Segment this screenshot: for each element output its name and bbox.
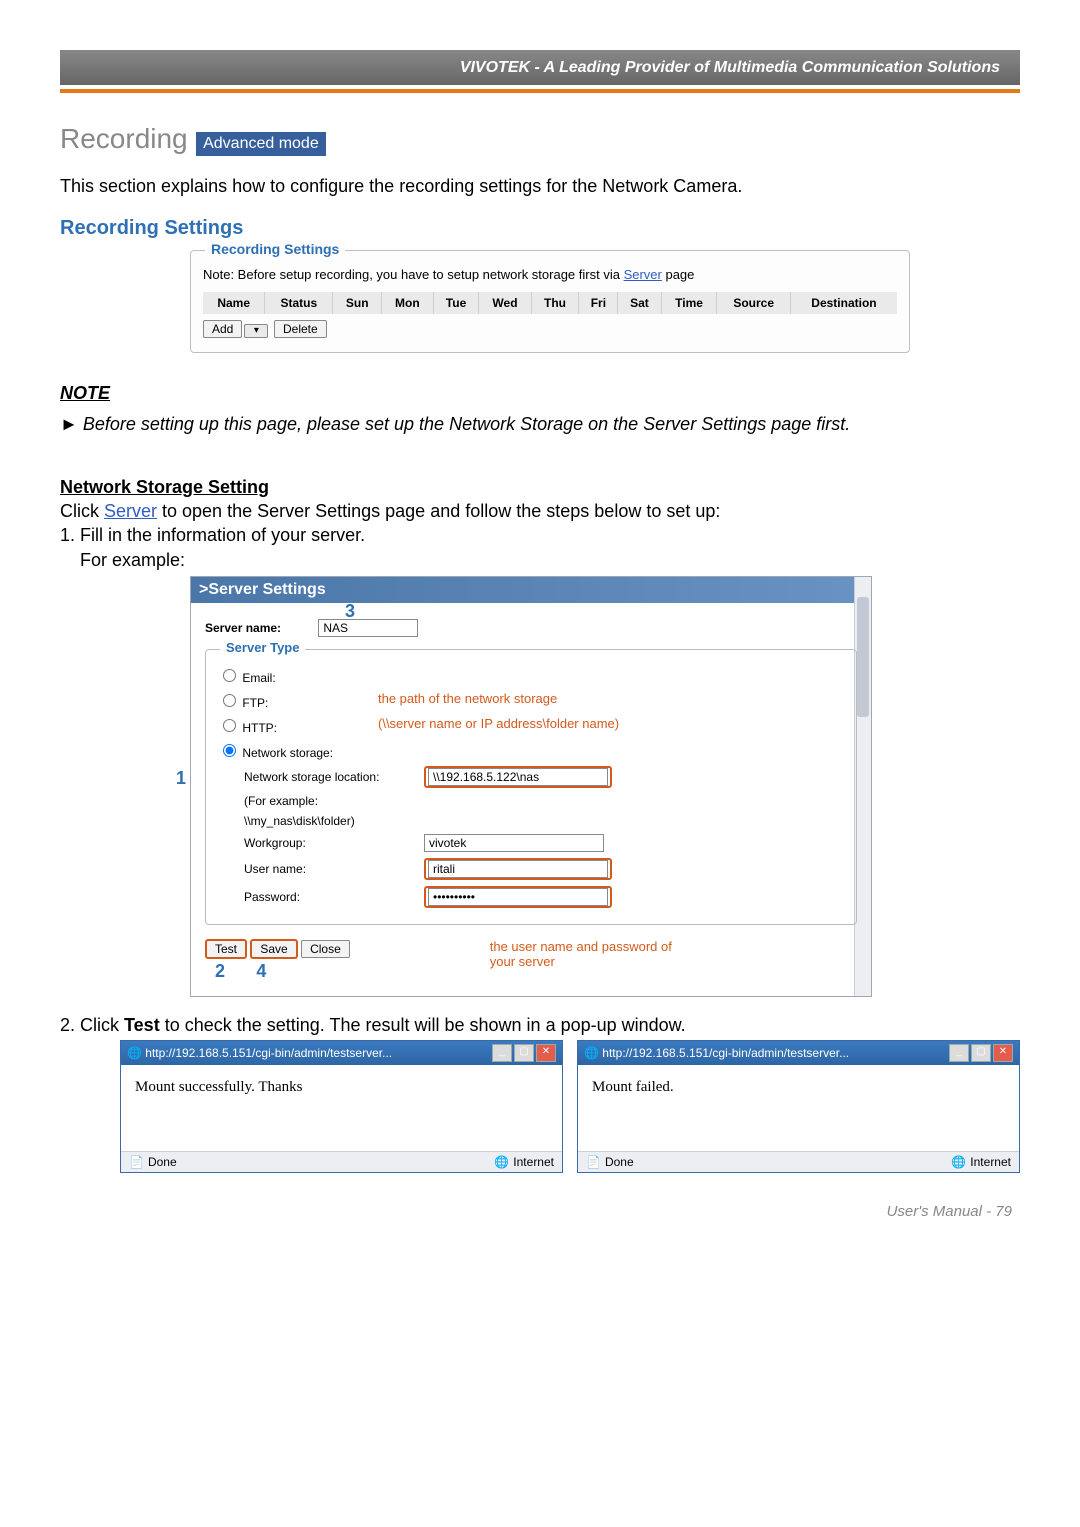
http-radio[interactable] <box>223 719 236 732</box>
divider-orange <box>60 89 1020 93</box>
ns-line2: 1. Fill in the information of your serve… <box>60 523 1020 547</box>
path-annot-2: (\\server name or IP address\folder name… <box>378 716 619 731</box>
ns-line1-post: to open the Server Settings page and fol… <box>157 501 720 521</box>
status-internet: Internet <box>513 1155 554 1169</box>
col-thu: Thu <box>531 292 579 314</box>
popup-success-body: Mount successfully. Thanks <box>121 1065 562 1151</box>
email-label: Email: <box>242 671 275 685</box>
ftp-label: FTP: <box>242 696 268 710</box>
test-button[interactable]: Test <box>205 939 247 959</box>
add-dropdown[interactable]: ▾ <box>244 324 268 338</box>
status-done-2: Done <box>605 1155 634 1169</box>
minimize-button-2[interactable]: _ <box>949 1044 969 1062</box>
username-input[interactable] <box>428 860 608 878</box>
server-settings-header: >Server Settings <box>191 577 871 603</box>
workgroup-label: Workgroup: <box>244 836 424 850</box>
location-label: Network storage location: <box>244 770 424 784</box>
status-internet-2: Internet <box>970 1155 1011 1169</box>
col-tue: Tue <box>433 292 479 314</box>
intro-text: This section explains how to configure t… <box>60 176 1020 197</box>
recording-settings-legend: Recording Settings <box>205 241 345 257</box>
done-icon-2: 📄 <box>586 1155 601 1169</box>
col-destination: Destination <box>790 292 897 314</box>
location-input[interactable] <box>428 768 608 786</box>
server-name-label: Server name: <box>205 621 315 635</box>
popup-title-text: http://192.168.5.151/cgi-bin/admin/tests… <box>145 1046 392 1060</box>
col-status: Status <box>265 292 333 314</box>
server-type-legend: Server Type <box>220 640 305 655</box>
annotation-2: 2 <box>215 961 225 981</box>
example-2: \\my_nas\disk\folder) <box>244 814 424 828</box>
mode-badge: Advanced mode <box>196 132 326 156</box>
server-link[interactable]: Server <box>624 267 662 282</box>
col-name: Name <box>203 292 265 314</box>
ns-line3: For example: <box>60 548 1020 572</box>
step2-pre: 2. Click <box>60 1015 124 1035</box>
username-label: User name: <box>244 862 424 876</box>
note-body: ► Before setting up this page, please se… <box>60 414 1020 435</box>
internet-icon-2: 🌐 <box>951 1155 966 1169</box>
close-button[interactable]: Close <box>301 940 350 958</box>
maximize-button-2[interactable]: ▢ <box>971 1044 991 1062</box>
popup-success: 🌐 http://192.168.5.151/cgi-bin/admin/tes… <box>120 1040 563 1173</box>
col-sun: Sun <box>333 292 382 314</box>
popup-fail-body: Mount failed. <box>578 1065 1019 1151</box>
add-button[interactable]: Add <box>203 320 242 338</box>
step2-bold: Test <box>124 1015 160 1035</box>
close-window-button-2[interactable]: ✕ <box>993 1044 1013 1062</box>
maximize-button[interactable]: ▢ <box>514 1044 534 1062</box>
annotation-1: 1 <box>176 768 186 789</box>
col-fri: Fri <box>579 292 618 314</box>
network-storage-label: Network storage: <box>242 746 333 760</box>
server-settings-panel: >Server Settings 3 Server name: Server T… <box>190 576 872 997</box>
network-storage-heading: Network Storage Setting <box>60 475 1020 499</box>
status-done: Done <box>148 1155 177 1169</box>
ie-icon: 🌐 <box>584 1046 599 1060</box>
col-sat: Sat <box>618 292 661 314</box>
col-wed: Wed <box>479 292 531 314</box>
example-1: (For example: <box>244 794 424 808</box>
path-annot-1: the path of the network storage <box>378 691 557 706</box>
brand-header: VIVOTEK - A Leading Provider of Multimed… <box>60 50 1020 85</box>
step2-post: to check the setting. The result will be… <box>160 1015 686 1035</box>
close-window-button[interactable]: ✕ <box>536 1044 556 1062</box>
userpw-annot-1: the user name and password of <box>490 939 672 954</box>
annotation-4: 4 <box>256 961 266 981</box>
col-time: Time <box>661 292 717 314</box>
ie-icon: 🌐 <box>127 1046 142 1060</box>
scrollbar-thumb[interactable] <box>857 597 869 717</box>
email-radio[interactable] <box>223 669 236 682</box>
recording-settings-fieldset: Recording Settings Note: Before setup re… <box>190 250 910 353</box>
note-prefix: Note: Before setup recording, you have t… <box>203 267 624 282</box>
server-type-fieldset: Server Type Email: FTP: the path of the … <box>205 649 857 925</box>
ftp-radio[interactable] <box>223 694 236 707</box>
internet-icon: 🌐 <box>494 1155 509 1169</box>
footer: User's Manual - 79 <box>60 1203 1020 1220</box>
col-source: Source <box>717 292 790 314</box>
done-icon: 📄 <box>129 1155 144 1169</box>
userpw-annot-2: your server <box>490 954 672 969</box>
recording-note: Note: Before setup recording, you have t… <box>203 267 897 282</box>
ns-line1-pre: Click <box>60 501 104 521</box>
recording-table: Name Status Sun Mon Tue Wed Thu Fri Sat … <box>203 292 897 314</box>
http-label: HTTP: <box>242 721 277 735</box>
note-suffix: page <box>662 267 695 282</box>
sub-heading: Recording Settings <box>60 217 1020 240</box>
popup-fail: 🌐 http://192.168.5.151/cgi-bin/admin/tes… <box>577 1040 1020 1173</box>
page-title: Recording <box>60 123 188 154</box>
server-link-2[interactable]: Server <box>104 501 157 521</box>
password-label: Password: <box>244 890 424 904</box>
network-storage-radio[interactable] <box>223 744 236 757</box>
password-input[interactable] <box>428 888 608 906</box>
col-mon: Mon <box>382 292 434 314</box>
delete-button[interactable]: Delete <box>274 320 327 338</box>
server-name-input[interactable] <box>318 619 418 637</box>
annotation-3: 3 <box>345 601 355 622</box>
save-button[interactable]: Save <box>250 939 297 959</box>
note-heading: NOTE <box>60 383 1020 404</box>
minimize-button[interactable]: _ <box>492 1044 512 1062</box>
workgroup-input[interactable] <box>424 834 604 852</box>
popup-title-text-2: http://192.168.5.151/cgi-bin/admin/tests… <box>602 1046 849 1060</box>
